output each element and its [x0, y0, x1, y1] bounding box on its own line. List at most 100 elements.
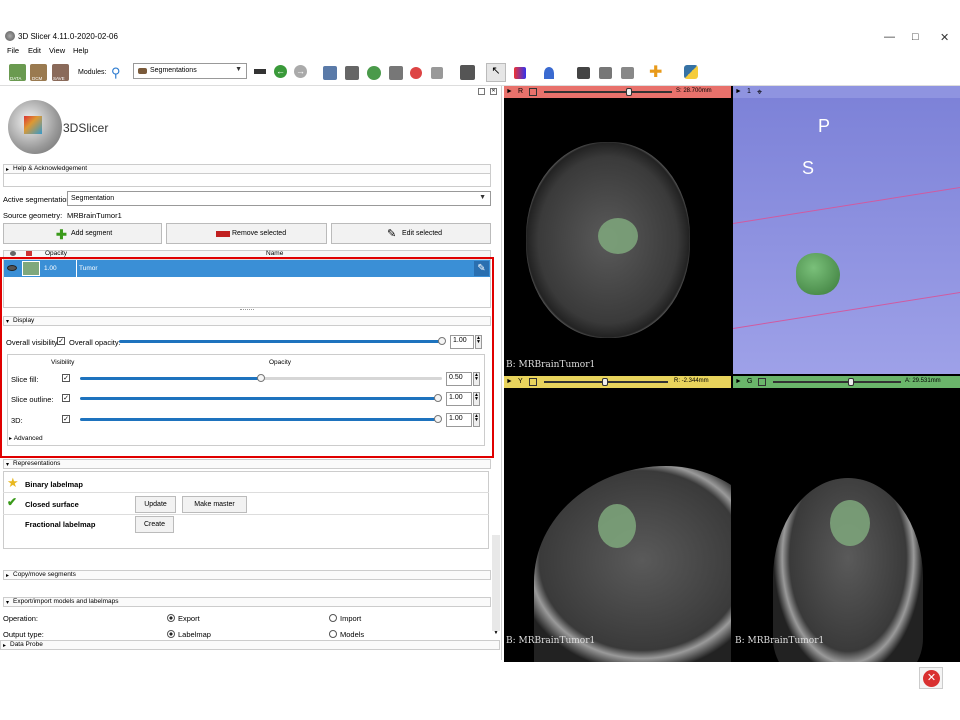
pin-icon[interactable]: ► [506, 378, 513, 385]
mouse-mode-select-icon[interactable]: ↖ [486, 63, 506, 82]
red-slice-slider-handle[interactable] [626, 88, 632, 96]
yellow-slice-slider-handle[interactable] [602, 378, 608, 386]
python-console-icon[interactable] [684, 65, 698, 79]
module-panel: ✕ 3DSlicer ▸ Help & Acknowledgement Activ… [0, 86, 502, 660]
module-selector[interactable]: Segmentations ▼ [133, 63, 247, 79]
opacity-header[interactable]: Opacity [45, 250, 67, 257]
link-icon[interactable] [529, 378, 537, 386]
green-slice-view[interactable]: B: MRBrainTumor1 [733, 388, 960, 662]
make-master-button[interactable]: Make master [182, 496, 247, 513]
yellow-view-header: ► Y R: -2.344mm [504, 376, 731, 388]
red-slice-offset: S: 28.700mm [676, 88, 712, 94]
scene-view-icon[interactable] [599, 67, 612, 79]
red-view-volume-label: B: MRBrainTumor1 [506, 360, 596, 370]
yellow-view-letter: Y [518, 378, 523, 385]
transforms-module-icon[interactable] [389, 66, 403, 80]
export-import-section-header[interactable]: ▾ Export/import models and labelmaps [3, 597, 491, 607]
expanded-arrow-icon: ▾ [6, 462, 10, 468]
minimize-button[interactable]: — [884, 31, 895, 43]
models-radio[interactable] [329, 630, 337, 638]
data-module-icon[interactable] [323, 66, 337, 80]
3d-view[interactable]: P S [733, 98, 960, 374]
green-view-letter: G [747, 378, 753, 385]
close-window-button[interactable]: ✕ [940, 31, 949, 44]
import-radio-label: Import [340, 614, 362, 623]
menu-edit[interactable]: Edit [28, 46, 41, 55]
3d-box-edge-1 [733, 185, 960, 224]
green-view-header: ► G A: 29.531mm [733, 376, 960, 388]
volumes-module-icon[interactable] [345, 66, 359, 80]
module-search-icon[interactable]: ⚲ [111, 65, 121, 81]
logo-text: 3DSlicer [63, 121, 109, 135]
data-probe-section-header[interactable]: ▸ Data Probe [0, 640, 500, 650]
screenshot-icon[interactable] [577, 67, 590, 79]
star-icon: ★ [7, 475, 19, 490]
panel-close-icon[interactable]: ✕ [490, 88, 497, 95]
pin-icon[interactable]: ► [735, 378, 742, 385]
pin-icon[interactable]: ► [735, 88, 742, 95]
remove-icon [216, 231, 230, 237]
labelmap-radio[interactable] [167, 630, 175, 638]
representations-section-header[interactable]: ▾ Representations [3, 459, 491, 469]
yellow-slice-view[interactable]: B: MRBrainTumor1 [504, 388, 731, 662]
toolbar: DATA DCM SAVE Modules: ⚲ Segmentations ▼… [0, 59, 960, 86]
export-radio[interactable] [167, 614, 175, 622]
3d-orientation-s: S [802, 158, 815, 178]
slicer-logo-box [24, 116, 42, 134]
closed-surface-label: Closed surface [25, 500, 79, 509]
editor-module-icon[interactable] [431, 67, 443, 79]
module-toolbar-icon[interactable] [254, 69, 266, 74]
save-icon[interactable]: SAVE [52, 64, 69, 81]
3d-orientation-p: P [818, 116, 831, 136]
layout-icon[interactable] [460, 65, 475, 80]
name-header[interactable]: Name [266, 250, 283, 257]
place-fiducial-icon[interactable] [544, 67, 554, 79]
markups-module-icon[interactable] [410, 67, 422, 79]
tumor-segment-overlay [830, 500, 870, 546]
update-button[interactable]: Update [135, 496, 176, 513]
forward-arrow-icon[interactable]: → [294, 65, 307, 78]
create-button[interactable]: Create [135, 516, 174, 533]
red-slice-slider[interactable] [544, 91, 672, 93]
edit-selected-button[interactable]: ✎ Edit selected [331, 223, 491, 244]
back-arrow-icon[interactable]: ← [274, 65, 287, 78]
3d-view-number: 1 [747, 88, 751, 95]
link-icon[interactable] [529, 88, 537, 96]
module-icon [138, 68, 147, 74]
green-slice-slider[interactable] [773, 381, 901, 383]
green-slice-slider-handle[interactable] [848, 378, 854, 386]
window-level-icon[interactable] [514, 67, 526, 79]
menu-help[interactable]: Help [73, 46, 88, 55]
red-slice-view[interactable]: B: MRBrainTumor1 [504, 98, 731, 374]
crosshair-icon[interactable]: ✚ [649, 62, 662, 82]
add-segment-button[interactable]: ✚ Add segment [3, 223, 162, 244]
active-segmentation-selector[interactable]: Segmentation ▼ [67, 191, 491, 206]
eye-header-icon [10, 251, 16, 256]
tumor-segment-overlay [598, 504, 636, 548]
error-log-icon[interactable]: ✕ [919, 667, 943, 689]
models-module-icon[interactable] [367, 66, 381, 80]
export-radio-label: Export [178, 614, 200, 623]
link-icon[interactable] [758, 378, 766, 386]
active-segmentation-label: Active segmentation: [3, 195, 73, 204]
menu-bar: File Edit View Help [0, 45, 960, 57]
panel-scrollbar[interactable] [492, 535, 500, 631]
load-data-icon[interactable]: DATA [9, 64, 26, 81]
menu-file[interactable]: File [7, 46, 19, 55]
remove-selected-button[interactable]: Remove selected [166, 223, 327, 244]
pin-icon[interactable]: ► [506, 88, 513, 95]
capture-icon[interactable] [621, 67, 634, 79]
center-view-icon[interactable]: ⌖ [757, 87, 762, 98]
output-type-label: Output type: [3, 630, 44, 639]
help-section-header[interactable]: ▸ Help & Acknowledgement [3, 164, 491, 174]
collapsed-arrow-icon: ▸ [6, 573, 10, 579]
maximize-button[interactable]: □ [912, 31, 919, 43]
row-divider [3, 492, 489, 493]
panel-undock-icon[interactable] [478, 88, 485, 95]
color-header-icon [26, 251, 32, 256]
dicom-icon[interactable]: DCM [30, 64, 47, 81]
copy-move-section-header[interactable]: ▸ Copy/move segments [3, 570, 491, 580]
import-radio[interactable] [329, 614, 337, 622]
menu-view[interactable]: View [49, 46, 65, 55]
scroll-down-arrow-icon[interactable]: ▼ [492, 630, 500, 637]
